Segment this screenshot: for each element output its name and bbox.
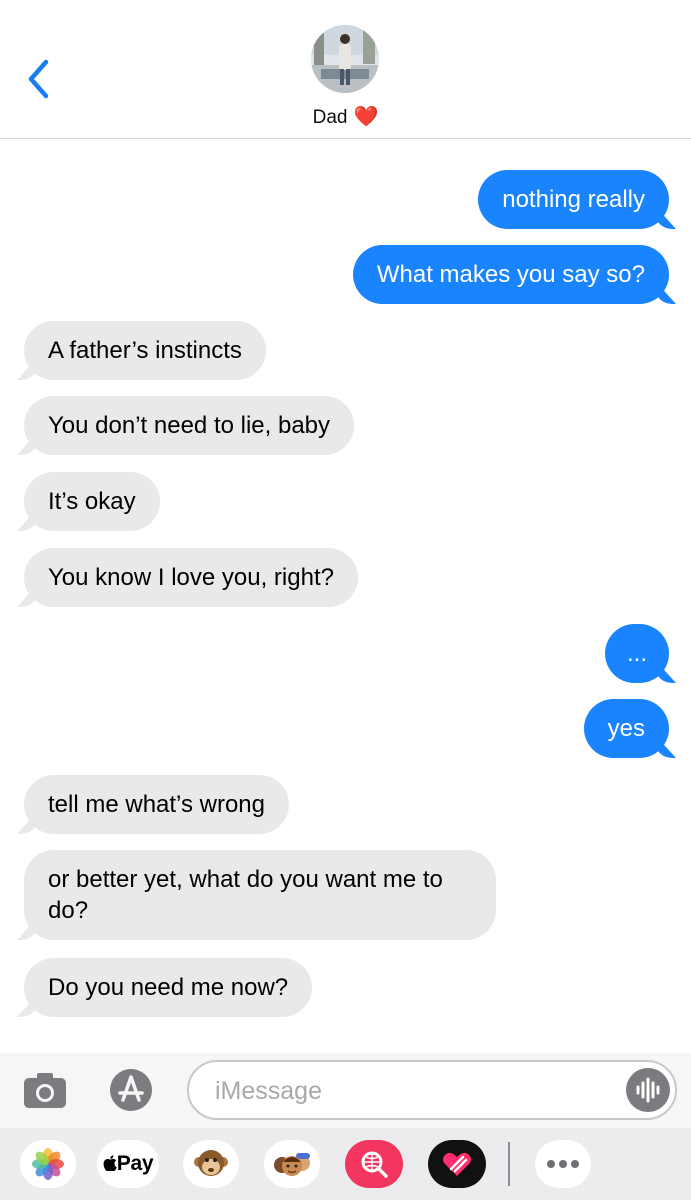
memoji-stickers-app-button[interactable] xyxy=(264,1140,320,1188)
message-bubble-incoming[interactable]: You know I love you, right? xyxy=(24,548,358,607)
camera-button[interactable] xyxy=(22,1070,68,1110)
web-search-app-button[interactable] xyxy=(345,1140,403,1188)
message-bubble-incoming[interactable]: You don’t need to lie, baby xyxy=(24,396,355,455)
drawer-divider xyxy=(508,1142,510,1186)
message-bubble-outgoing[interactable]: yes xyxy=(583,699,669,758)
message-bubble-incoming[interactable]: or better yet, what do you want me to do… xyxy=(24,850,496,940)
back-chevron-icon xyxy=(28,59,49,99)
apple-pay-label: Pay xyxy=(116,1152,154,1175)
avatar-photo xyxy=(311,25,379,93)
contact-avatar[interactable] xyxy=(311,25,379,93)
apple-logo-icon xyxy=(103,1155,117,1172)
apple-pay-app-icon: Pay xyxy=(103,1152,154,1176)
photos-app-button[interactable] xyxy=(20,1140,76,1188)
memoji-stickers-icon xyxy=(274,1153,310,1176)
apple-pay-app-button[interactable]: Pay xyxy=(97,1140,159,1188)
message-bubble-outgoing[interactable]: ... xyxy=(605,624,669,683)
web-search-icon xyxy=(361,1151,388,1178)
message-bubble-incoming[interactable]: It’s okay xyxy=(24,472,160,531)
audio-record-icon xyxy=(636,1077,660,1103)
contact-name: Dad xyxy=(312,107,348,128)
digital-touch-icon xyxy=(443,1152,471,1176)
more-apps-icon xyxy=(547,1160,579,1168)
message-bubble-outgoing[interactable]: nothing really xyxy=(478,170,669,229)
app-store-button[interactable] xyxy=(106,1067,156,1113)
more-apps-button[interactable] xyxy=(535,1140,591,1188)
animoji-app-button[interactable] xyxy=(183,1140,239,1188)
heart-emoji: ❤️ xyxy=(353,106,379,128)
message-thread[interactable]: nothing really What makes you say so? A … xyxy=(0,140,691,1052)
back-button[interactable] xyxy=(22,56,62,102)
message-input[interactable] xyxy=(215,1074,605,1108)
digital-touch-app-button[interactable] xyxy=(428,1140,486,1188)
message-bubble-incoming[interactable]: Do you need me now? xyxy=(24,958,313,1017)
photos-app-icon xyxy=(32,1148,64,1180)
app-drawer: Pay xyxy=(0,1128,691,1200)
message-bubble-incoming[interactable]: A father’s instincts xyxy=(24,321,266,380)
message-bubble-outgoing[interactable]: What makes you say so? xyxy=(352,245,669,304)
contact-title[interactable]: Dad ❤️ xyxy=(0,104,691,129)
compose-bar xyxy=(0,1053,691,1128)
monkey-animoji-icon xyxy=(194,1150,228,1176)
audio-record-button[interactable] xyxy=(626,1068,670,1112)
message-field[interactable] xyxy=(187,1060,677,1120)
message-bubble-incoming[interactable]: tell me what’s wrong xyxy=(24,775,289,834)
app-store-icon xyxy=(110,1069,152,1111)
camera-icon xyxy=(24,1073,66,1108)
conversation-header: Dad ❤️ xyxy=(0,0,691,139)
